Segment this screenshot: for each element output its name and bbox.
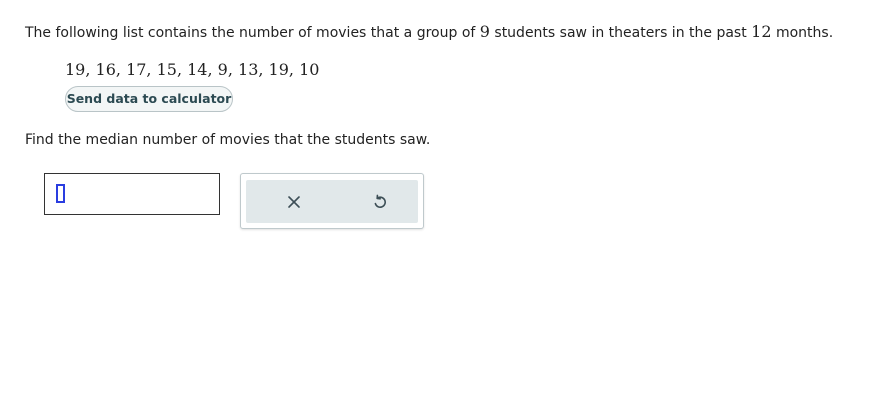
data-list: 19, 16, 17, 15, 14, 9, 13, 19, 10 (65, 60, 320, 79)
undo-button[interactable] (368, 190, 392, 214)
answer-tools-bar (246, 180, 418, 223)
text-cursor (56, 184, 65, 203)
question-text-middle: students saw in theaters in the past (489, 25, 752, 41)
clear-button[interactable] (282, 190, 306, 214)
answer-input[interactable] (44, 173, 220, 215)
median-prompt: Find the median number of movies that th… (25, 132, 431, 148)
x-icon (288, 196, 300, 208)
undo-icon (374, 194, 386, 208)
month-count: 12 (751, 22, 772, 41)
send-data-to-calculator-button[interactable]: Send data to calculator (65, 86, 233, 112)
student-count: 9 (479, 22, 490, 41)
question-text-start: The following list contains the number o… (25, 25, 480, 41)
answer-tools-panel (240, 173, 424, 229)
question-text-end: months. (771, 25, 834, 41)
question-text: The following list contains the number o… (25, 22, 833, 43)
